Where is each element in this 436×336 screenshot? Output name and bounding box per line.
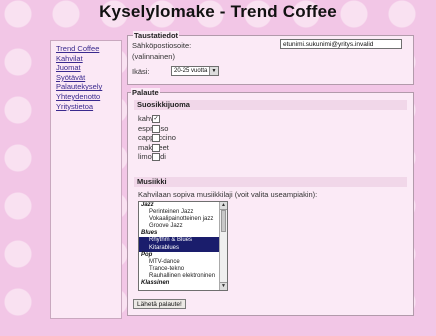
- scroll-down-icon[interactable]: ▼: [220, 282, 227, 290]
- listbox-optgroup: Pop: [141, 251, 153, 258]
- feedback-fieldset: Palaute Suosikkijuoma kahvi✓espressocapp…: [127, 88, 414, 316]
- age-select-value: 20-25 vuotta: [174, 68, 208, 74]
- favorite-drink-header: Suosikkijuoma: [134, 100, 407, 110]
- favorite-drink-checkbox[interactable]: [152, 134, 160, 142]
- favorite-drink-checkbox[interactable]: [152, 124, 160, 133]
- feedback-legend: Palaute: [131, 88, 160, 97]
- background-info-fieldset: Taustatiedot Sähköpostiosoite: etunimi.s…: [127, 31, 414, 85]
- favorite-drink-checkbox[interactable]: [152, 143, 160, 152]
- nav-link[interactable]: Syötävät: [56, 73, 121, 83]
- listbox-option[interactable]: Kitarablues: [139, 244, 227, 252]
- music-header: Musiikki: [134, 177, 407, 187]
- nav-link[interactable]: Yhteydenotto: [56, 92, 121, 102]
- listbox-option[interactable]: Vokaalipainotteinen jazz: [139, 216, 227, 223]
- scroll-thumb[interactable]: [221, 210, 226, 232]
- favorite-drink-checkbox[interactable]: ✓: [152, 115, 160, 123]
- submit-feedback-button[interactable]: Lähetä palaute!: [133, 299, 186, 309]
- listbox-optgroup: Blues: [141, 230, 158, 237]
- favorite-drink-checkbox[interactable]: [152, 153, 160, 161]
- optional-note: (valinnainen): [132, 52, 175, 61]
- listbox-optgroup: Jazz: [141, 202, 154, 208]
- listbox-option[interactable]: Trance-tekno: [139, 266, 227, 273]
- page-title: Kyselylomake - Trend Coffee: [99, 2, 337, 21]
- listbox-option[interactable]: Rhythm & Blues: [139, 237, 227, 245]
- music-genre-listbox[interactable]: Jazz Perinteinen Jazz Vokaalipainotteinen …: [138, 201, 228, 291]
- listbox-scrollbar[interactable]: ▲ ▼: [219, 202, 227, 290]
- email-label: Sähköpostiosoite:: [132, 41, 192, 50]
- nav-link[interactable]: Trend Coffee: [56, 44, 121, 54]
- listbox-option[interactable]: Perinteinen Jazz: [139, 209, 227, 216]
- email-field[interactable]: etunimi.sukunimi@yritys.invalid: [280, 39, 402, 49]
- background-info-legend: Taustatiedot: [133, 31, 180, 40]
- listbox-optgroup: Klassinen: [141, 280, 170, 287]
- sidebar-nav: Trend Coffee Kahvilat Juomat Syötävät Palaut…: [50, 40, 122, 319]
- music-section: Musiikki Kahvilaan sopiva musiikkilaji (…: [134, 177, 407, 305]
- favorite-drink-section: Suosikkijuoma kahvi✓espressocappuccinoma…: [134, 100, 407, 172]
- nav-links: Trend Coffee Kahvilat Juomat Syötävät Palaut…: [51, 44, 121, 111]
- nav-link[interactable]: Yritystietoa: [56, 102, 121, 112]
- nav-link[interactable]: Palautekysely: [56, 82, 121, 92]
- listbox-option[interactable]: MTV-dance: [139, 259, 227, 266]
- listbox-option[interactable]: Rauhallinen elektroninen: [139, 273, 227, 280]
- age-label: Ikäsi:: [132, 67, 150, 76]
- age-select[interactable]: 20-25 vuotta ▼: [171, 66, 219, 76]
- nav-link[interactable]: Kahvilat: [56, 54, 121, 64]
- music-question: Kahvilaan sopiva musiikkilaji (voit vali…: [138, 190, 318, 199]
- listbox-option[interactable]: Groove Jazz: [139, 223, 227, 230]
- nav-link[interactable]: Juomat: [56, 63, 121, 73]
- scroll-up-icon[interactable]: ▲: [220, 202, 227, 210]
- chevron-down-icon[interactable]: ▼: [209, 67, 218, 75]
